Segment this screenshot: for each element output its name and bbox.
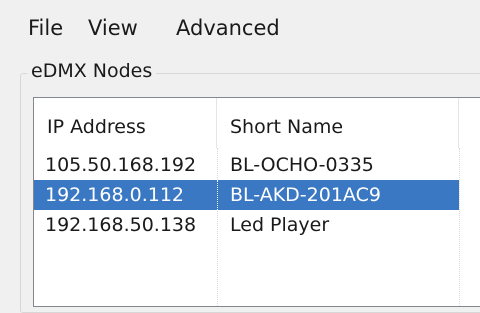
table-row[interactable]: 192.168.50.138 Led Player [34, 210, 459, 240]
cell-short-name: Led Player [230, 214, 330, 236]
cell-ip-address: 192.168.0.112 [45, 184, 185, 206]
column-separator [459, 148, 461, 306]
menu-advanced[interactable]: Advanced [176, 14, 280, 42]
cell-short-name: BL-AKD-201AC9 [217, 180, 456, 210]
menu-view[interactable]: View [88, 14, 138, 42]
column-header-ip-address[interactable]: IP Address [34, 98, 217, 148]
menu-bar: File View Advanced [0, 0, 480, 56]
table-row-selected[interactable]: 192.168.0.112 BL-AKD-201AC9 [34, 180, 459, 210]
cell-short-name: BL-OCHO-0335 [230, 154, 374, 176]
cell-ip-address: 192.168.50.138 [45, 214, 197, 236]
nodes-list-view[interactable]: IP Address Short Name 105.50.168.192 BL-… [33, 97, 480, 307]
list-header: IP Address Short Name [34, 98, 480, 148]
table-row[interactable]: 105.50.168.192 BL-OCHO-0335 [34, 150, 459, 180]
cell-ip-address: 105.50.168.192 [45, 154, 197, 176]
table-row-empty [34, 240, 459, 270]
column-header-short-name[interactable]: Short Name [217, 98, 459, 148]
menu-file[interactable]: File [28, 14, 63, 42]
groupbox-label: eDMX Nodes [27, 58, 157, 84]
